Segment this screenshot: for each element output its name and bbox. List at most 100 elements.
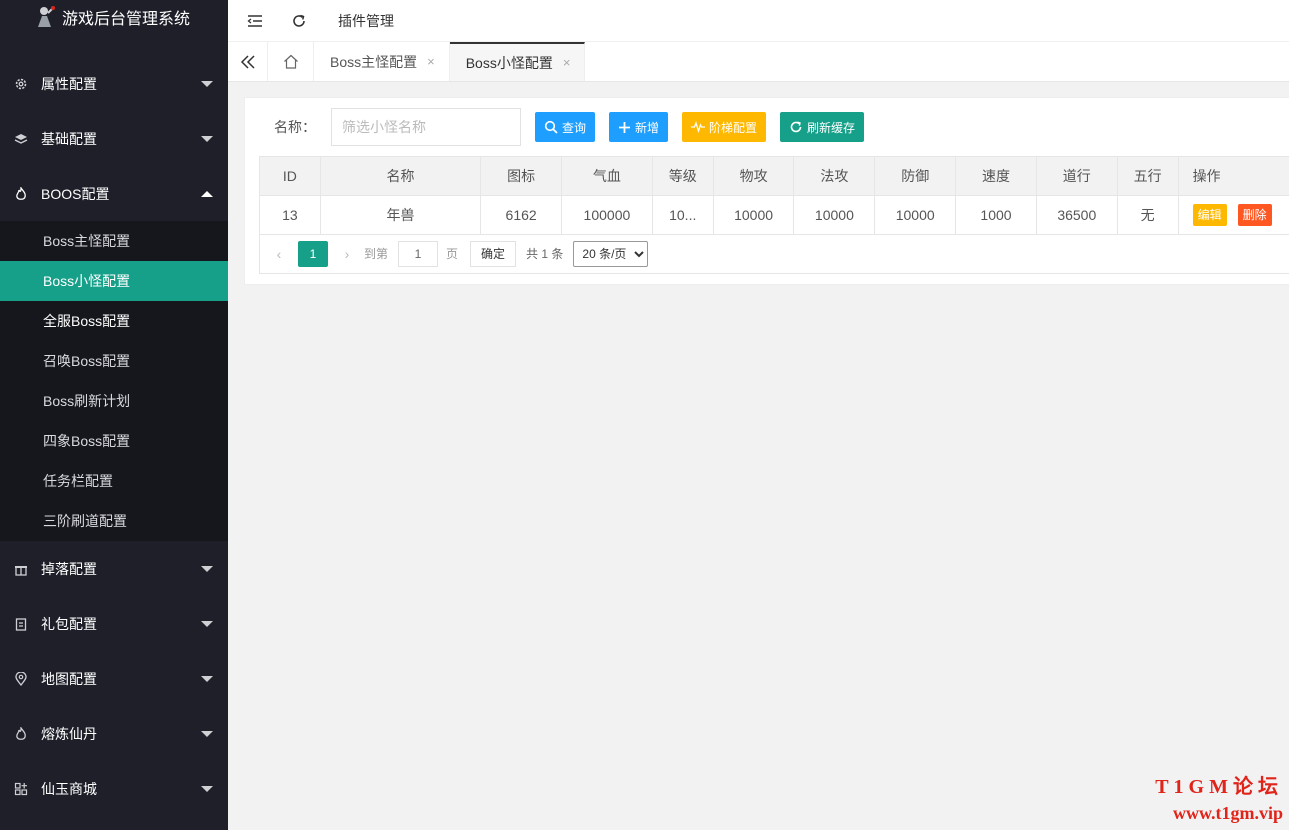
sidebar-item-boss-refresh[interactable]: Boss刷新计划 <box>0 381 228 421</box>
apps-icon <box>13 781 29 797</box>
menu-group-label: 基础配置 <box>41 130 97 147</box>
menu-group-label: 地图配置 <box>41 670 97 687</box>
cell-icon: 6162 <box>480 195 562 235</box>
pulse-icon <box>691 121 706 133</box>
column-header-icon[interactable]: 图标 <box>480 156 562 196</box>
cell-level: 10... <box>651 195 714 235</box>
cell-patk: 10000 <box>712 195 795 235</box>
watermark-url: www.t1gm.vip <box>1172 803 1283 823</box>
delete-button[interactable]: 删除 <box>1237 204 1272 226</box>
menu-collapse-icon[interactable] <box>244 10 266 32</box>
sidebar-item-summon-boss[interactable]: 召唤Boss配置 <box>0 341 228 381</box>
cell-speed: 1000 <box>955 195 1037 235</box>
gift-icon <box>13 561 29 577</box>
fire-icon <box>13 726 29 742</box>
prev-page-button[interactable]: ‹ <box>264 246 294 262</box>
search-form: 名称： 查询 新增 阶梯配置 刷新缓存 <box>274 108 865 146</box>
menu-group-label: 掉落配置 <box>41 560 97 577</box>
chevron-down-icon <box>201 730 213 737</box>
total-count: 共 1 条 <box>526 247 564 261</box>
column-header-defense[interactable]: 防御 <box>874 156 957 196</box>
watermark: T1GM论坛 www.t1gm.vip <box>1155 774 1283 826</box>
location-icon <box>13 671 29 687</box>
query-button-label: 查询 <box>562 120 587 135</box>
chevron-up-icon <box>201 190 213 197</box>
plugin-management-link[interactable]: 插件管理 <box>338 11 394 31</box>
menu-group-basic[interactable]: 基础配置 <box>0 111 228 166</box>
sidebar-item-tier3-dao[interactable]: 三阶刷道配置 <box>0 501 228 541</box>
goto-confirm-button[interactable]: 确定 <box>470 240 517 267</box>
page-unit-label: 页 <box>446 247 459 261</box>
menu-group-drops[interactable]: 掉落配置 <box>0 541 228 596</box>
cell-defense: 10000 <box>874 195 957 235</box>
clipboard-icon <box>13 616 29 632</box>
menu-group-jade-shop[interactable]: 仙玉商城 <box>0 761 228 816</box>
sidebar-item-four-symbols-boss[interactable]: 四象Boss配置 <box>0 421 228 461</box>
chevron-down-icon <box>201 565 213 572</box>
refresh-icon <box>790 121 802 133</box>
sidebar-item-boss-main[interactable]: Boss主怪配置 <box>0 221 228 261</box>
chevron-down-icon <box>201 135 213 142</box>
sidebar-item-server-boss[interactable]: 全服Boss配置 <box>0 301 228 341</box>
add-button[interactable]: 新增 <box>609 112 669 142</box>
tab-label: Boss小怪配置 <box>465 54 553 71</box>
column-header-matk[interactable]: 法攻 <box>793 156 876 196</box>
tab-label: Boss主怪配置 <box>330 53 418 70</box>
home-icon[interactable] <box>268 42 314 81</box>
page-size-select[interactable]: 20 条/页 <box>573 240 649 267</box>
goto-label: 到第 <box>364 247 389 261</box>
search-icon <box>544 120 558 134</box>
gear-icon <box>13 76 29 92</box>
table-row: 13 年兽 6162 100000 10... 10000 10000 1000… <box>259 195 1289 235</box>
column-header-hp[interactable]: 气血 <box>561 156 653 196</box>
app-title: 游戏后台管理系统 <box>62 11 191 28</box>
goto-page-input[interactable] <box>398 240 439 267</box>
minion-table: ID 名称 图标 气血 等级 物攻 法攻 防御 速度 道行 五行 操作 13 年… <box>259 156 1289 235</box>
stage-config-button[interactable]: 阶梯配置 <box>682 112 767 142</box>
column-header-name[interactable]: 名称 <box>319 156 482 196</box>
menu-group-attributes[interactable]: 属性配置 <box>0 56 228 111</box>
tab-boss-minion[interactable]: Boss小怪配置 × <box>449 42 586 81</box>
table-header-row: ID 名称 图标 气血 等级 物攻 法攻 防御 速度 道行 五行 操作 <box>259 156 1289 196</box>
menu-group-maps[interactable]: 地图配置 <box>0 651 228 706</box>
column-header-patk[interactable]: 物攻 <box>712 156 795 196</box>
cell-actions: 编辑 删除 <box>1177 195 1289 235</box>
menu-group-label: BOOS配置 <box>41 185 110 202</box>
edit-button[interactable]: 编辑 <box>1192 204 1227 226</box>
stage-config-button-label: 阶梯配置 <box>709 120 758 135</box>
search-label: 名称： <box>274 119 316 135</box>
column-header-id[interactable]: ID <box>259 156 321 196</box>
cell-hp: 100000 <box>561 195 653 235</box>
menu-group-alchemy[interactable]: 熔炼仙丹 <box>0 706 228 761</box>
refresh-cache-button[interactable]: 刷新缓存 <box>780 112 865 142</box>
query-button[interactable]: 查询 <box>535 112 596 142</box>
tabs-bar: Boss主怪配置 × Boss小怪配置 × <box>228 42 1289 82</box>
tab-boss-main[interactable]: Boss主怪配置 × <box>314 42 450 81</box>
add-button-label: 新增 <box>635 120 660 135</box>
game-logo-icon <box>34 5 56 29</box>
close-icon[interactable]: × <box>427 54 435 69</box>
column-header-level[interactable]: 等级 <box>651 156 714 196</box>
menu-group-boss[interactable]: BOOS配置 <box>0 166 228 221</box>
cell-dao: 36500 <box>1035 195 1118 235</box>
chevron-down-icon <box>201 675 213 682</box>
column-header-speed[interactable]: 速度 <box>955 156 1037 196</box>
content-card: 名称： 查询 新增 阶梯配置 刷新缓存 ID 名称 图标 气血 等级 物 <box>244 97 1289 285</box>
column-header-dao[interactable]: 道行 <box>1035 156 1118 196</box>
column-header-element[interactable]: 五行 <box>1116 156 1179 196</box>
current-page-button[interactable]: 1 <box>298 240 328 267</box>
chevron-down-icon <box>201 80 213 87</box>
sidebar-item-taskbar[interactable]: 任务栏配置 <box>0 461 228 501</box>
layers-icon <box>13 131 29 147</box>
name-filter-input[interactable] <box>331 108 521 146</box>
menu-group-gift-pack[interactable]: 礼包配置 <box>0 596 228 651</box>
cell-id: 13 <box>259 195 321 235</box>
boss-submenu: Boss主怪配置 Boss小怪配置 全服Boss配置 召唤Boss配置 Boss… <box>0 221 228 541</box>
next-page-button[interactable]: › <box>332 246 362 262</box>
refresh-icon[interactable] <box>288 10 310 32</box>
sidebar-item-boss-minion[interactable]: Boss小怪配置 <box>0 261 228 301</box>
close-icon[interactable]: × <box>563 55 571 70</box>
cell-name: 年兽 <box>319 195 482 235</box>
chevron-down-icon <box>201 620 213 627</box>
tabs-scroll-left-icon[interactable] <box>228 42 268 81</box>
